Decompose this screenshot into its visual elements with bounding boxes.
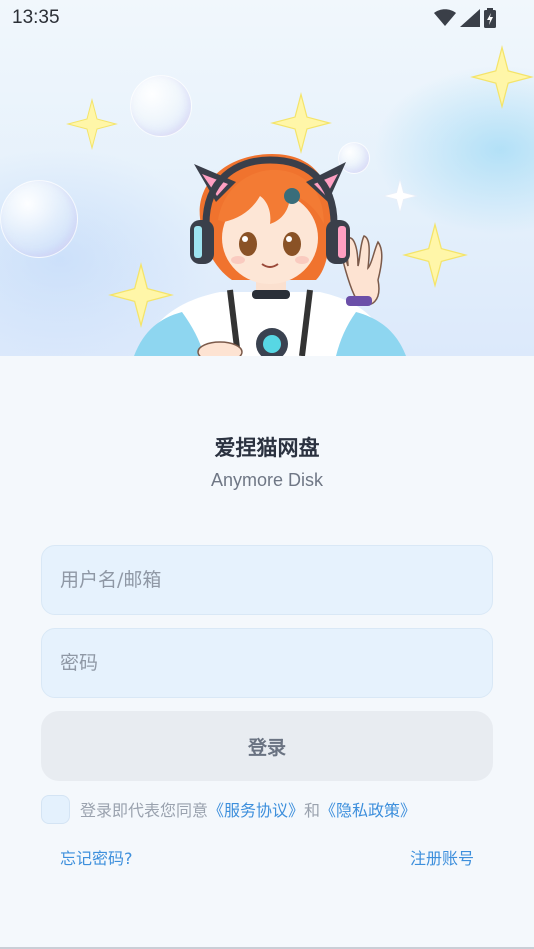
app-title: 爱捏猫网盘: [214, 436, 320, 460]
service-agreement-link[interactable]: 《服务协议》: [208, 797, 304, 821]
username-input[interactable]: [60, 569, 492, 591]
bubble-decoration: [0, 180, 78, 258]
bubble-decoration: [130, 75, 192, 137]
app-subtitle: Anymore Disk: [210, 470, 324, 490]
mascot-illustration: [134, 154, 406, 356]
sparkle-icon: [66, 98, 118, 150]
sparkle-icon: [470, 45, 534, 109]
status-icons: [434, 8, 496, 28]
username-field[interactable]: [41, 545, 493, 615]
agreement-checkbox[interactable]: [41, 794, 70, 824]
status-bar: 13:35: [0, 0, 534, 36]
privacy-policy-link[interactable]: 《隐私政策》: [320, 797, 416, 821]
hero-banner: [0, 0, 534, 356]
status-time: 13:35: [12, 7, 60, 28]
cellular-signal-icon: [460, 9, 480, 27]
wifi-icon: [434, 9, 456, 26]
agreement-prefix: 登录即代表您同意: [80, 801, 209, 820]
login-button[interactable]: 登录: [41, 711, 493, 781]
battery-charging-icon: [484, 8, 496, 28]
forgot-password-link[interactable]: 忘记密码?: [60, 845, 133, 869]
password-field[interactable]: [41, 628, 493, 698]
agreement-connector: 和: [304, 801, 321, 820]
password-input[interactable]: [60, 652, 492, 674]
register-link[interactable]: 注册账号: [410, 845, 474, 869]
agreement-row: 登录即代表您同意 《服务协议》 和 《隐私政策》: [41, 794, 416, 824]
